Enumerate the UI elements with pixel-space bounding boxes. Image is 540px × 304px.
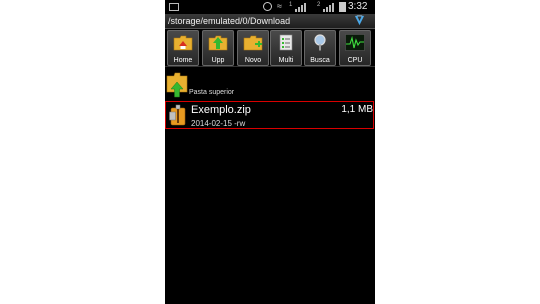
status-clock: 3:32 <box>348 1 368 12</box>
path-bar: /storage/emulated/0/Download <box>165 14 375 29</box>
parent-folder-row[interactable]: Pasta superior <box>165 66 375 101</box>
toolbar: Home Upp Novo Multi Busca CPU <box>165 29 375 66</box>
up-button[interactable]: Upp <box>202 30 234 66</box>
cpu-icon <box>345 34 365 51</box>
image-notification-icon <box>169 3 179 11</box>
zip-archive-icon <box>169 104 186 126</box>
status-bar: ≈ 1 2 3:32 <box>165 0 375 13</box>
cpu-label: CPU <box>347 57 363 64</box>
sim1-label: 1 <box>289 2 293 8</box>
file-size: 1,1 MB <box>341 104 373 115</box>
home-label: Home <box>173 57 193 64</box>
home-folder-icon <box>173 35 193 51</box>
home-button[interactable]: Home <box>167 30 199 66</box>
phone-screen: ≈ 1 2 3:32 /storage/emulated/0/Download … <box>165 0 375 304</box>
sim2-label: 2 <box>317 2 321 8</box>
file-row[interactable]: Exemplo.zip 2014-02-15 -rw 1,1 MB <box>165 101 374 129</box>
multi-label: Multi <box>278 57 294 64</box>
new-folder-button[interactable]: Novo <box>237 30 269 66</box>
search-icon <box>314 34 326 51</box>
file-meta: 2014-02-15 -rw <box>191 119 246 128</box>
battery-icon <box>339 2 346 12</box>
parent-folder-icon <box>166 72 188 98</box>
multi-button[interactable]: Multi <box>270 30 302 66</box>
current-path: /storage/emulated/0/Download <box>168 16 291 26</box>
up-folder-icon <box>208 35 228 51</box>
multi-select-icon <box>279 34 293 51</box>
signal-icon <box>295 2 307 12</box>
cpu-button[interactable]: CPU <box>339 30 371 66</box>
new-label: Novo <box>244 57 262 64</box>
file-name: Exemplo.zip <box>191 104 251 116</box>
signal-icon <box>323 2 335 12</box>
up-label: Upp <box>211 57 225 64</box>
wifi-icon: ≈ <box>277 1 282 11</box>
search-button[interactable]: Busca <box>304 30 336 66</box>
search-label: Busca <box>310 57 330 64</box>
new-folder-icon <box>243 35 263 51</box>
v-logo-icon[interactable] <box>354 15 365 26</box>
alarm-icon <box>263 2 272 11</box>
parent-folder-label: Pasta superior <box>189 89 235 96</box>
